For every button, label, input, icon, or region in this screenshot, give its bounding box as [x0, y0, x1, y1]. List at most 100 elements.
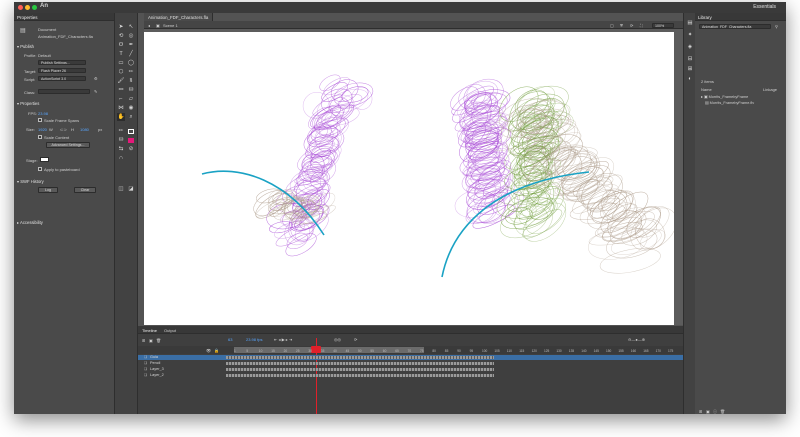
lasso-tool-icon[interactable]: ʘ	[117, 41, 125, 49]
stroke-color-swatch[interactable]	[128, 129, 134, 134]
sketch-character-left	[253, 74, 374, 257]
document-tab[interactable]: Animation_FDF_Characters.fla	[144, 13, 214, 21]
wrench-icon[interactable]: ⚙	[94, 76, 98, 81]
swf-history-section-toggle[interactable]: ▾ SWF History	[17, 179, 44, 184]
rectangle-tool-icon[interactable]: ▭	[117, 59, 125, 67]
oval-tool-icon[interactable]: ◯	[127, 59, 135, 67]
tool-option-icon[interactable]: ◫	[117, 185, 125, 193]
library-col-name[interactable]: Name	[701, 87, 712, 92]
library-item[interactable]: ▸ ▣ Morrits_FramebyFrame	[701, 94, 748, 99]
pen-tool-icon[interactable]: ✒	[127, 41, 135, 49]
frame-number-label: 90	[457, 349, 461, 353]
tool-option-2-icon[interactable]: ◪	[127, 185, 135, 193]
scale-frame-spans-checkbox[interactable]	[38, 118, 42, 122]
link-dimensions-icon[interactable]: ⊂⊃	[60, 127, 67, 132]
edit-class-pencil-icon[interactable]: ✎	[94, 89, 97, 94]
camera-tool-icon[interactable]: ◉	[127, 104, 135, 112]
workspace-switcher[interactable]: Essentials	[753, 4, 776, 10]
transform-panel-icon[interactable]: ⊞	[686, 65, 694, 73]
zoom-tool-icon[interactable]: ⌕	[127, 113, 135, 121]
scene-label[interactable]: Scene 1	[163, 23, 178, 28]
layer-keyframes[interactable]	[226, 368, 494, 371]
zoom-window-button[interactable]	[32, 5, 37, 10]
new-folder-icon[interactable]: ▣	[706, 409, 710, 414]
layer-name[interactable]: Guia	[150, 355, 158, 360]
zoom-select[interactable]: 100%	[652, 22, 674, 28]
eraser-tool-icon[interactable]: ▱	[127, 95, 135, 103]
pencil-tool-icon[interactable]: ✏	[127, 68, 135, 76]
apply-pasteboard-checkbox[interactable]	[38, 167, 42, 171]
library-file-select[interactable]: Animation_FDF_Characters.fla	[699, 24, 771, 29]
paint-bucket-tool-icon[interactable]: ⛁	[127, 86, 135, 94]
eyedropper-tool-icon[interactable]: ⌐	[117, 95, 125, 103]
layer-row[interactable]: ❏ Layer_2	[138, 373, 683, 378]
log-button[interactable]: Log	[38, 187, 58, 193]
frame-number-label: 5	[246, 349, 249, 353]
publish-settings-button[interactable]: Publish Settings...	[38, 60, 86, 65]
layer-row[interactable]: ❏ Pencil	[138, 361, 683, 366]
accessibility-section-toggle[interactable]: ▸ Accessibility	[17, 220, 43, 225]
fps-value[interactable]: 23.98	[38, 111, 48, 116]
height-value[interactable]: 1080	[80, 127, 89, 132]
stage-color-swatch[interactable]	[40, 157, 49, 162]
brush-tool-icon[interactable]: 🖌	[117, 77, 125, 85]
frame-number-label: 60	[382, 349, 387, 353]
fill-color-bucket-icon[interactable]: ⛁	[117, 136, 125, 144]
no-color-icon[interactable]: ⊘	[127, 145, 135, 153]
frame-number-label: 75	[420, 349, 424, 353]
properties-icon[interactable]: ⓘ	[713, 409, 717, 414]
library-item[interactable]: ▤ Morrits_FramebyFrame.flv	[705, 100, 754, 105]
edit-symbols-icon[interactable]: ⟳	[630, 23, 633, 28]
target-select[interactable]: Flash Player 26	[38, 68, 86, 73]
library-panel-icon[interactable]: ▤	[686, 19, 694, 27]
layer-row[interactable]: ❏ Guia	[138, 355, 683, 360]
panel-icon-strip: ▤ ✦ ◈ ⊟ ⊞ ◐	[683, 13, 695, 414]
layer-name[interactable]: Pencil	[150, 361, 160, 366]
assets-panel-icon[interactable]: ✦	[686, 31, 694, 39]
subselection-tool-icon[interactable]: ↖	[127, 23, 135, 31]
snap-to-objects-icon[interactable]: ∩	[117, 154, 125, 162]
scale-content-checkbox[interactable]	[38, 135, 42, 139]
layer-row[interactable]: ❏ Layer_3	[138, 367, 683, 372]
close-window-button[interactable]	[18, 5, 23, 10]
width-tool-icon[interactable]: ⋈	[117, 104, 125, 112]
layer-keyframes[interactable]	[226, 356, 494, 359]
publish-section-toggle[interactable]: ▾ Publish	[17, 44, 34, 49]
layer-name[interactable]: Layer_3	[150, 367, 164, 372]
advanced-settings-button[interactable]: Advanced Settings...	[46, 142, 90, 148]
back-arrow-icon[interactable]: ◂	[148, 23, 150, 28]
layer-keyframes[interactable]	[226, 374, 494, 377]
script-select[interactable]: ActionScript 3.0	[38, 76, 86, 81]
color-panel-icon[interactable]: ◐	[686, 75, 694, 83]
layer-name[interactable]: Layer_2	[150, 373, 164, 378]
selection-tool-icon[interactable]: ➤	[117, 23, 125, 31]
fill-color-swatch[interactable]	[128, 138, 134, 143]
bone-tool-icon[interactable]: ⚯	[117, 86, 125, 94]
class-input[interactable]	[38, 89, 90, 94]
swap-colors-icon[interactable]: ⇆	[117, 145, 125, 153]
3d-rotation-tool-icon[interactable]: ◎	[127, 32, 135, 40]
free-transform-tool-icon[interactable]: ⟲	[117, 32, 125, 40]
delete-icon[interactable]: 🗑	[720, 409, 725, 414]
text-tool-icon[interactable]: T	[117, 50, 125, 58]
layer-keyframes[interactable]	[226, 362, 494, 365]
align-panel-icon[interactable]: ⊟	[686, 55, 694, 63]
fit-stage-icon[interactable]: ▢	[610, 23, 614, 28]
clear-button[interactable]: Clear	[74, 187, 96, 193]
properties-section-toggle[interactable]: ▾ Properties	[17, 101, 39, 106]
motion-presets-icon[interactable]: ◈	[686, 43, 694, 51]
edit-scene-icon[interactable]: ⛨	[620, 23, 623, 28]
polystar-tool-icon[interactable]: ⬡	[117, 68, 125, 76]
stage-canvas[interactable]	[144, 32, 677, 325]
pin-library-icon[interactable]: ⚲	[775, 24, 778, 29]
new-symbol-icon[interactable]: ⊞	[699, 409, 702, 414]
library-panel-title: Library	[695, 13, 786, 21]
library-col-linkage[interactable]: Linkage	[763, 87, 777, 92]
hand-tool-icon[interactable]: ✋	[117, 113, 125, 121]
paint-brush-tool-icon[interactable]: ꝸ	[127, 77, 135, 85]
minimize-window-button[interactable]	[25, 5, 30, 10]
width-value[interactable]: 1920	[38, 127, 47, 132]
line-tool-icon[interactable]: ╱	[127, 50, 135, 58]
clip-content-icon[interactable]: ⛶	[640, 23, 643, 28]
stroke-color-pencil-icon[interactable]: ✏	[117, 127, 125, 135]
